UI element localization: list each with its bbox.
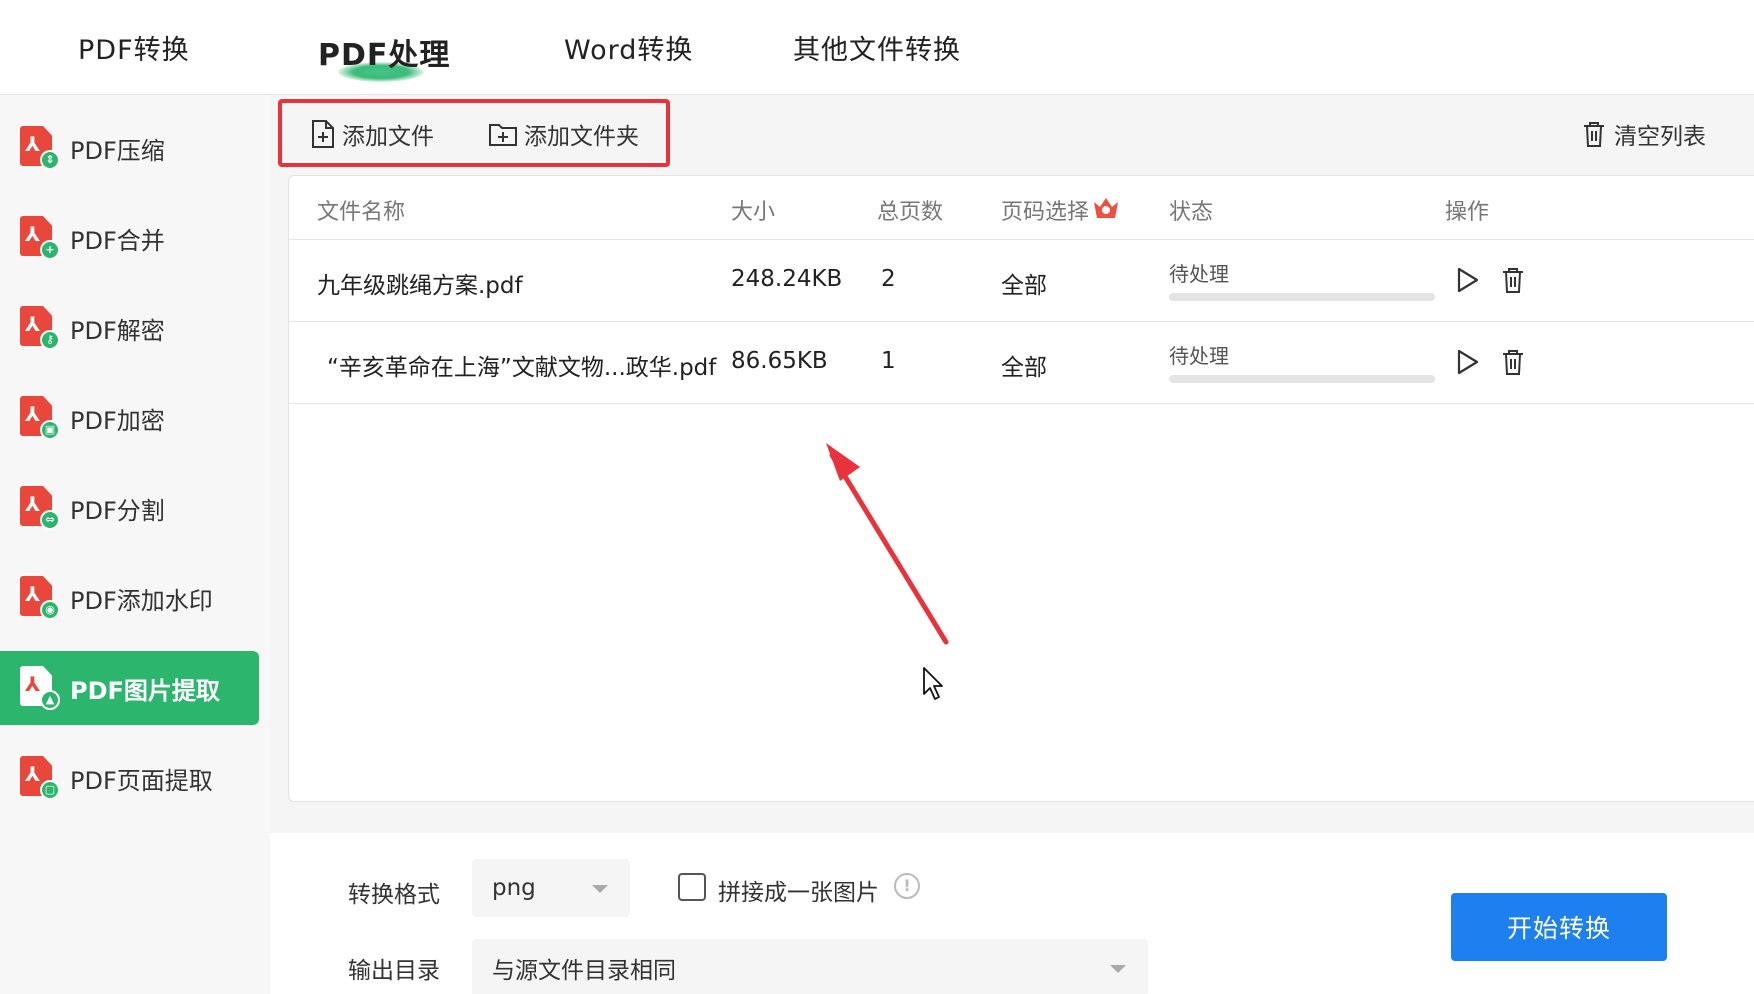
sidebar-item-label: PDF合并	[70, 226, 165, 255]
pdf-encrypt-icon: ⅄ ▣	[20, 396, 60, 440]
sidebar-item-label: PDF页面提取	[70, 766, 213, 795]
chevron-down-icon	[592, 885, 608, 893]
sidebar-item-split[interactable]: ⅄ ⇔ PDF分割	[0, 471, 259, 545]
main-panel: 添加文件 添加文件夹 清空列表 文件名称 大小 总页数 页码选择 状态 操作 九…	[270, 95, 1754, 994]
output-dir-select[interactable]: 与源文件目录相同	[472, 939, 1148, 994]
tab-pdf-convert[interactable]: PDF转换	[78, 28, 190, 67]
pdf-decrypt-icon: ⅄ ⚷	[20, 306, 60, 350]
sidebar-item-label: PDF添加水印	[70, 586, 213, 615]
format-select[interactable]: png	[472, 859, 630, 917]
sidebar-item-page-extract[interactable]: ⅄ ▢ PDF页面提取	[0, 741, 259, 815]
sidebar-item-label: PDF解密	[70, 316, 165, 345]
chevron-down-icon	[1110, 965, 1126, 973]
mouse-cursor-icon	[923, 667, 943, 700]
sidebar-item-compress[interactable]: ⅄ ⇕ PDF压缩	[0, 111, 259, 185]
sidebar-item-merge[interactable]: ⅄ + PDF合并	[0, 201, 259, 275]
tab-pdf-process[interactable]: PDF处理	[318, 30, 450, 74]
red-arrow-annotation	[826, 443, 949, 645]
pdf-page-extract-icon: ⅄ ▢	[20, 756, 60, 800]
pdf-image-extract-icon: ⅄ ▲	[20, 666, 60, 710]
sidebar-item-label: PDF加密	[70, 406, 165, 435]
sidebar-item-encrypt[interactable]: ⅄ ▣ PDF加密	[0, 381, 259, 455]
pdf-merge-icon: ⅄ +	[20, 216, 60, 260]
merge-image-checkbox[interactable]	[678, 873, 706, 901]
sidebar-item-label: PDF图片提取	[70, 676, 220, 705]
sidebar-item-watermark[interactable]: ⅄ ◉ PDF添加水印	[0, 561, 259, 635]
tab-word-convert[interactable]: Word转换	[564, 28, 693, 67]
format-label: 转换格式	[348, 882, 440, 908]
sidebar-item-label: PDF分割	[70, 496, 165, 525]
tab-other-convert[interactable]: 其他文件转换	[793, 28, 961, 67]
pdf-compress-icon: ⅄ ⇕	[20, 126, 60, 170]
merge-image-label: 拼接成一张图片	[718, 880, 879, 906]
format-value: png	[492, 875, 536, 901]
pdf-split-icon: ⅄ ⇔	[20, 486, 60, 530]
top-tab-bar: PDF转换 PDF处理 Word转换 其他文件转换	[0, 0, 1754, 95]
sidebar-item-label: PDF压缩	[70, 136, 165, 165]
pdf-watermark-icon: ⅄ ◉	[20, 576, 60, 620]
output-dir-value: 与源文件目录相同	[492, 958, 676, 984]
sidebar-item-image-extract[interactable]: ⅄ ▲ PDF图片提取	[0, 651, 259, 725]
output-dir-label: 输出目录	[348, 958, 440, 984]
info-icon[interactable]: !	[894, 873, 920, 899]
sidebar: ⅄ ⇕ PDF压缩 ⅄ + PDF合并 ⅄ ⚷ PDF解密 ⅄ ▣ PDF加密 ⅄ ⇔ P…	[0, 95, 270, 994]
settings-panel: 转换格式 png 拼接成一张图片 ! 输出目录 与源文件目录相同 开始转换	[270, 833, 1754, 994]
sidebar-item-decrypt[interactable]: ⅄ ⚷ PDF解密	[0, 291, 259, 365]
start-convert-button[interactable]: 开始转换	[1451, 893, 1667, 961]
